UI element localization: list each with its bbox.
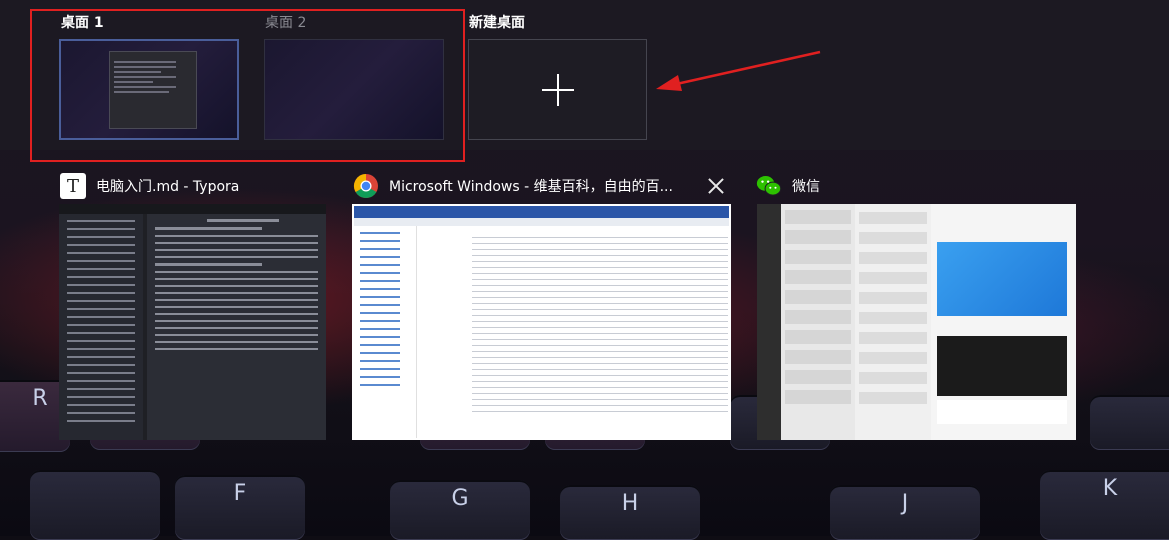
wechat-ad-card [937,242,1067,316]
window-title-chrome[interactable]: Microsoft Windows - 维基百科，自由的百... [353,172,673,200]
wechat-icon [756,173,782,199]
annotation-arrow [656,50,821,91]
typora-window-preview[interactable] [59,204,326,440]
wechat-big-data-card [937,336,1067,396]
plus-icon [541,73,574,106]
keyboard-key [1090,395,1169,450]
window-title-typora[interactable]: T 电脑入门.md - Typora [60,172,239,200]
keyboard-key: F [175,475,305,540]
chrome-window-preview[interactable] [352,204,731,440]
close-window-button[interactable] [706,176,726,196]
keyboard-key: H [560,485,700,540]
new-desktop-label: 新建桌面 [469,15,525,31]
typora-icon: T [60,173,86,199]
keyboard-key: J [830,485,980,540]
window-title-text: 电脑入门.md - Typora [96,179,240,195]
wechat-window-preview[interactable] [757,204,1076,440]
keyboard-key [30,470,160,540]
keyboard-key: G [390,480,530,540]
keyboard-key: K [1040,470,1169,540]
window-title-wechat[interactable]: 微信 [756,172,820,200]
highlight-box [30,9,465,162]
new-desktop-button[interactable] [468,39,647,140]
window-title-text: Microsoft Windows - 维基百科，自由的百... [389,179,673,195]
chrome-icon [353,173,379,199]
window-title-text: 微信 [792,179,820,195]
